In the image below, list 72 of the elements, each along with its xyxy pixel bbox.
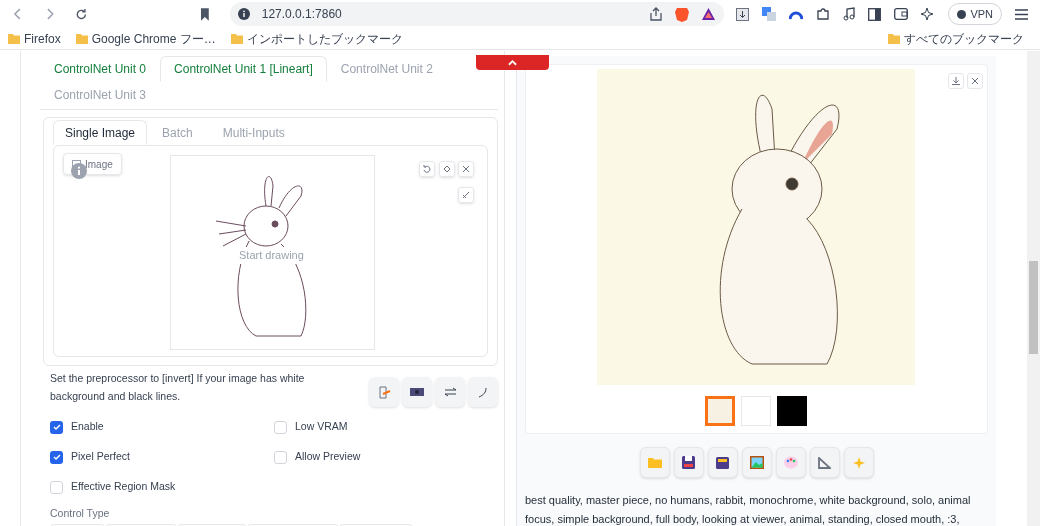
download-button[interactable] bbox=[948, 73, 964, 89]
folder-icon bbox=[8, 33, 20, 44]
sidebar-icon[interactable] bbox=[868, 7, 882, 21]
checkbox[interactable] bbox=[50, 420, 63, 434]
image-icon bbox=[72, 159, 81, 169]
palette-icon bbox=[783, 456, 798, 469]
folder-icon bbox=[75, 33, 88, 44]
landscape-picture-icon bbox=[749, 456, 764, 469]
address-bar[interactable]: 127.0.0.1:7860 bbox=[229, 2, 725, 26]
folder-icon bbox=[647, 457, 662, 468]
control-type-label: Control Type bbox=[49, 506, 111, 521]
bookmark-icon[interactable] bbox=[200, 7, 210, 21]
chevron-up-icon bbox=[508, 59, 517, 66]
thumbnail[interactable] bbox=[777, 396, 807, 426]
camera-button[interactable] bbox=[402, 377, 432, 407]
undo-button[interactable] bbox=[419, 161, 435, 177]
folder-icon bbox=[888, 33, 900, 44]
checkbox-label: Enable bbox=[71, 419, 104, 435]
close-icon bbox=[971, 77, 979, 85]
check-icon bbox=[52, 423, 61, 431]
check-icon bbox=[52, 453, 61, 461]
hint-text: Set the preprocessor to [invert] If your image has white background and black lines. bbox=[50, 371, 306, 404]
brush-button[interactable] bbox=[458, 187, 474, 203]
close-button[interactable] bbox=[458, 161, 474, 177]
url-text: 127.0.0.1:7860 bbox=[261, 6, 342, 23]
undo-icon bbox=[423, 165, 431, 173]
close-icon bbox=[462, 165, 470, 173]
triangle-icon[interactable] bbox=[701, 7, 717, 21]
download-icon[interactable] bbox=[736, 7, 750, 21]
vpn-icon bbox=[957, 9, 967, 19]
scrollbar-thumb[interactable] bbox=[1029, 261, 1038, 354]
sparkle-icon[interactable] bbox=[921, 7, 936, 21]
checkbox-label: Effective Region Mask bbox=[71, 479, 176, 495]
eraser-button[interactable] bbox=[439, 161, 455, 177]
bookmark-folder-link[interactable]: インポートしたブックマーク bbox=[230, 29, 403, 48]
bookmark-folder-link[interactable]: すべてのブックマーク bbox=[888, 29, 1024, 48]
camera-icon bbox=[410, 388, 424, 396]
bookmark-folder-link[interactable]: Firefox bbox=[8, 29, 61, 48]
checkbox-label: Allow Preview bbox=[295, 449, 361, 465]
puzzle-icon[interactable] bbox=[816, 7, 831, 21]
tab[interactable]: ControlNet Unit 0 bbox=[40, 56, 161, 82]
scrollbar[interactable] bbox=[1027, 51, 1040, 526]
tab[interactable]: ControlNet Unit 1 [Lineart] bbox=[160, 56, 327, 82]
close-button[interactable] bbox=[967, 73, 983, 89]
swap-arrows-icon bbox=[443, 387, 457, 397]
checkbox-label: Low VRAM bbox=[295, 419, 348, 435]
checkbox[interactable] bbox=[50, 450, 63, 464]
checkbox[interactable] bbox=[274, 420, 287, 434]
canvas-hint: Start drawing bbox=[237, 247, 306, 264]
save-button[interactable] bbox=[673, 447, 704, 478]
triangle-ruler-icon bbox=[818, 456, 831, 469]
download-icon bbox=[952, 77, 960, 85]
eraser-icon bbox=[443, 165, 451, 173]
info-icon bbox=[237, 8, 250, 20]
checkbox-label: Pixel Perfect bbox=[71, 449, 130, 465]
reload-icon[interactable] bbox=[75, 7, 88, 21]
archive-box-icon bbox=[716, 456, 729, 469]
info-icon[interactable] bbox=[71, 163, 87, 179]
folder-icon bbox=[230, 33, 243, 44]
share-icon[interactable] bbox=[649, 7, 664, 21]
music-icon[interactable] bbox=[843, 7, 856, 21]
curve-icon bbox=[478, 386, 488, 398]
thumbnail[interactable] bbox=[705, 396, 735, 426]
bookmark-folder-link[interactable]: Google Chrome フー… bbox=[75, 29, 216, 48]
checkbox[interactable] bbox=[50, 480, 63, 494]
document-pencil-icon bbox=[377, 385, 391, 399]
tab[interactable]: Single Image bbox=[53, 120, 148, 145]
checkbox[interactable] bbox=[274, 450, 287, 464]
menu-icon[interactable] bbox=[1015, 8, 1028, 20]
prompt-text: best quality, master piece, no humans, rabbit, monochrome, white background, solo, animal focus, simple background, full body, looking at viewer, animal, standing, closed mouth, :3, bbox=[525, 493, 972, 526]
wallet-icon[interactable] bbox=[894, 8, 909, 20]
brush-icon bbox=[462, 191, 470, 199]
